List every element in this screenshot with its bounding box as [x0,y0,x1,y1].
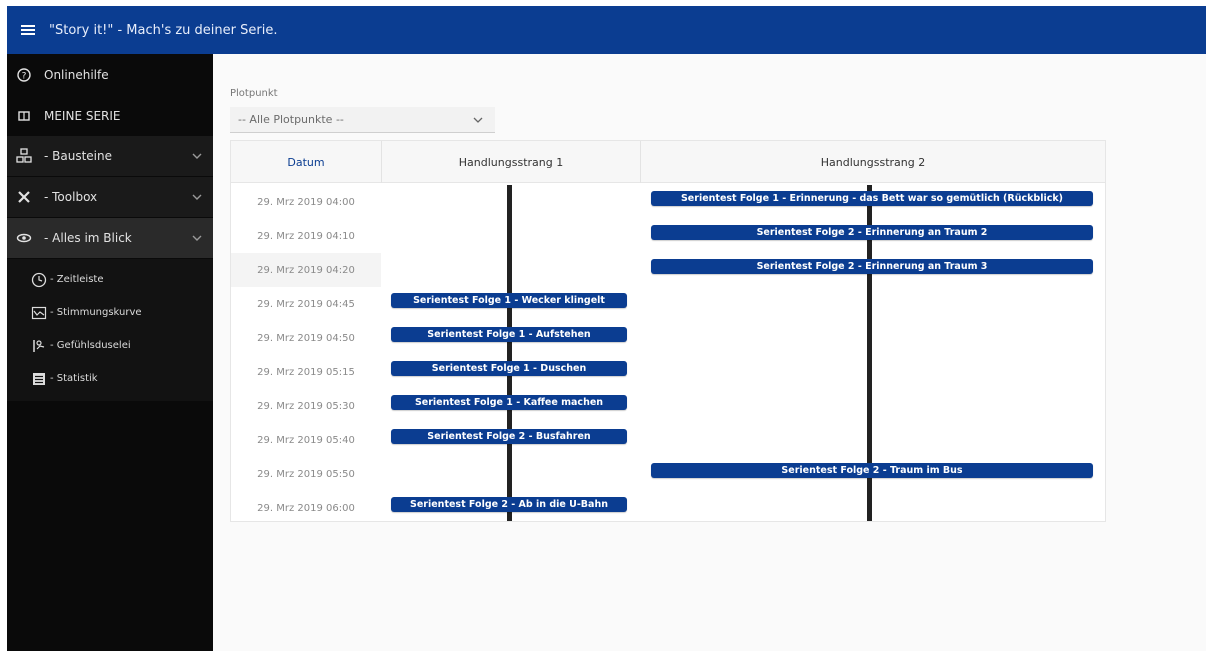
row-date: 29. Mrz 2019 06:00 [257,502,355,514]
main-content: Plotpunkt -- Alle Plotpunkte -- Datum Ha… [213,54,1206,651]
row-date: 29. Mrz 2019 05:40 [257,434,355,446]
chevron-down-icon [192,194,202,200]
plot-point-strand-2[interactable]: Serientest Folge 2 - Erinnerung an Traum… [651,225,1093,240]
top-app-bar: "Story it!" - Mach's zu deiner Serie. [7,6,1206,54]
sidebar-item-zeitleiste[interactable]: - Zeitleiste [7,263,213,296]
plot-point-strand-1[interactable]: Serientest Folge 1 - Wecker klingelt [391,293,627,308]
statistics-icon [31,371,47,387]
sidebar-item-stimmungskurve[interactable]: - Stimmungskurve [7,296,213,329]
help-circle-icon: ? [16,67,32,83]
column-header-strand-2: Handlungsstrang 2 [820,155,926,169]
timeline-header: Datum Handlungsstrang 1 Handlungsstrang … [231,141,1105,183]
emotion-icon [31,338,47,354]
column-header-datum[interactable]: Datum [231,141,381,183]
tools-icon [16,189,32,205]
blocks-icon [16,148,32,164]
sidebar-item-meine-serie[interactable]: MEINE SERIE [7,95,213,136]
submenu-alles-im-blick: - Zeitleiste - Stimmungskurve - Gefühlsd… [7,259,213,401]
plot-point-strand-2[interactable]: Serientest Folge 2 - Erinnerung an Traum… [651,259,1093,274]
sidebar-item-label: - Zeitleiste [50,274,104,285]
sidebar-item-label: - Gefühlsduselei [50,340,131,351]
row-date: 29. Mrz 2019 04:10 [257,230,355,242]
sidebar-item-label: - Alles im Blick [44,231,132,245]
app-title: "Story it!" - Mach's zu deiner Serie. [49,22,278,38]
sidebar-item-label: - Stimmungskurve [50,307,142,318]
row-date: 29. Mrz 2019 05:30 [257,400,355,412]
plotpunkt-select-value: -- Alle Plotpunkte -- [238,113,344,126]
chevron-down-icon [473,117,483,123]
clock-icon [31,272,47,288]
row-date: 29. Mrz 2019 04:20 [231,253,381,287]
row-date: 29. Mrz 2019 05:15 [257,366,355,378]
plotpunkt-select[interactable]: -- Alle Plotpunkte -- [230,107,495,133]
svg-text:?: ? [22,71,27,81]
strand-1-axis [507,185,512,521]
menu-icon[interactable] [21,25,35,35]
sidebar-item-gefuehlsduselei[interactable]: - Gefühlsduselei [7,329,213,362]
sidebar-item-toolbox[interactable]: - Toolbox [7,177,213,218]
chart-line-icon [31,305,47,321]
sidebar-item-label: Onlinehilfe [44,67,109,82]
row-date: 29. Mrz 2019 04:00 [257,196,355,208]
row-date: 29. Mrz 2019 04:45 [257,298,355,310]
plot-point-strand-1[interactable]: Serientest Folge 2 - Busfahren [391,429,627,444]
book-icon [16,108,32,124]
chevron-down-icon [192,153,202,159]
plot-point-strand-1[interactable]: Serientest Folge 1 - Aufstehen [391,327,627,342]
filter-label: Plotpunkt [230,88,278,99]
column-header-strand-1: Handlungsstrang 1 [458,155,564,169]
app-frame: "Story it!" - Mach's zu deiner Serie. ? … [7,6,1206,651]
plot-point-strand-2[interactable]: Serientest Folge 1 - Erinnerung - das Be… [651,191,1093,206]
sidebar-item-statistik[interactable]: - Statistik [7,362,213,395]
plot-point-strand-2[interactable]: Serientest Folge 2 - Traum im Bus [651,463,1093,478]
row-date: 29. Mrz 2019 04:50 [257,332,355,344]
sidebar-item-label: MEINE SERIE [44,108,121,123]
row-date: 29. Mrz 2019 05:50 [257,468,355,480]
sidebar-item-label: - Bausteine [44,149,112,163]
plot-point-strand-1[interactable]: Serientest Folge 2 - Ab in die U-Bahn [391,497,627,512]
timeline-table: Datum Handlungsstrang 1 Handlungsstrang … [230,140,1106,522]
sidebar-item-alles-im-blick[interactable]: - Alles im Blick [7,218,213,259]
sidebar: ? Onlinehilfe MEINE SERIE - Bausteine - … [7,54,213,651]
chevron-down-icon [192,235,202,241]
sidebar-item-label: - Statistik [50,373,98,384]
sidebar-item-label: - Toolbox [44,190,98,204]
plot-point-strand-1[interactable]: Serientest Folge 1 - Kaffee machen [391,395,627,410]
plot-point-strand-1[interactable]: Serientest Folge 1 - Duschen [391,361,627,376]
sidebar-item-bausteine[interactable]: - Bausteine [7,136,213,177]
eye-icon [16,230,32,246]
sidebar-item-onlinehilfe[interactable]: ? Onlinehilfe [7,54,213,95]
